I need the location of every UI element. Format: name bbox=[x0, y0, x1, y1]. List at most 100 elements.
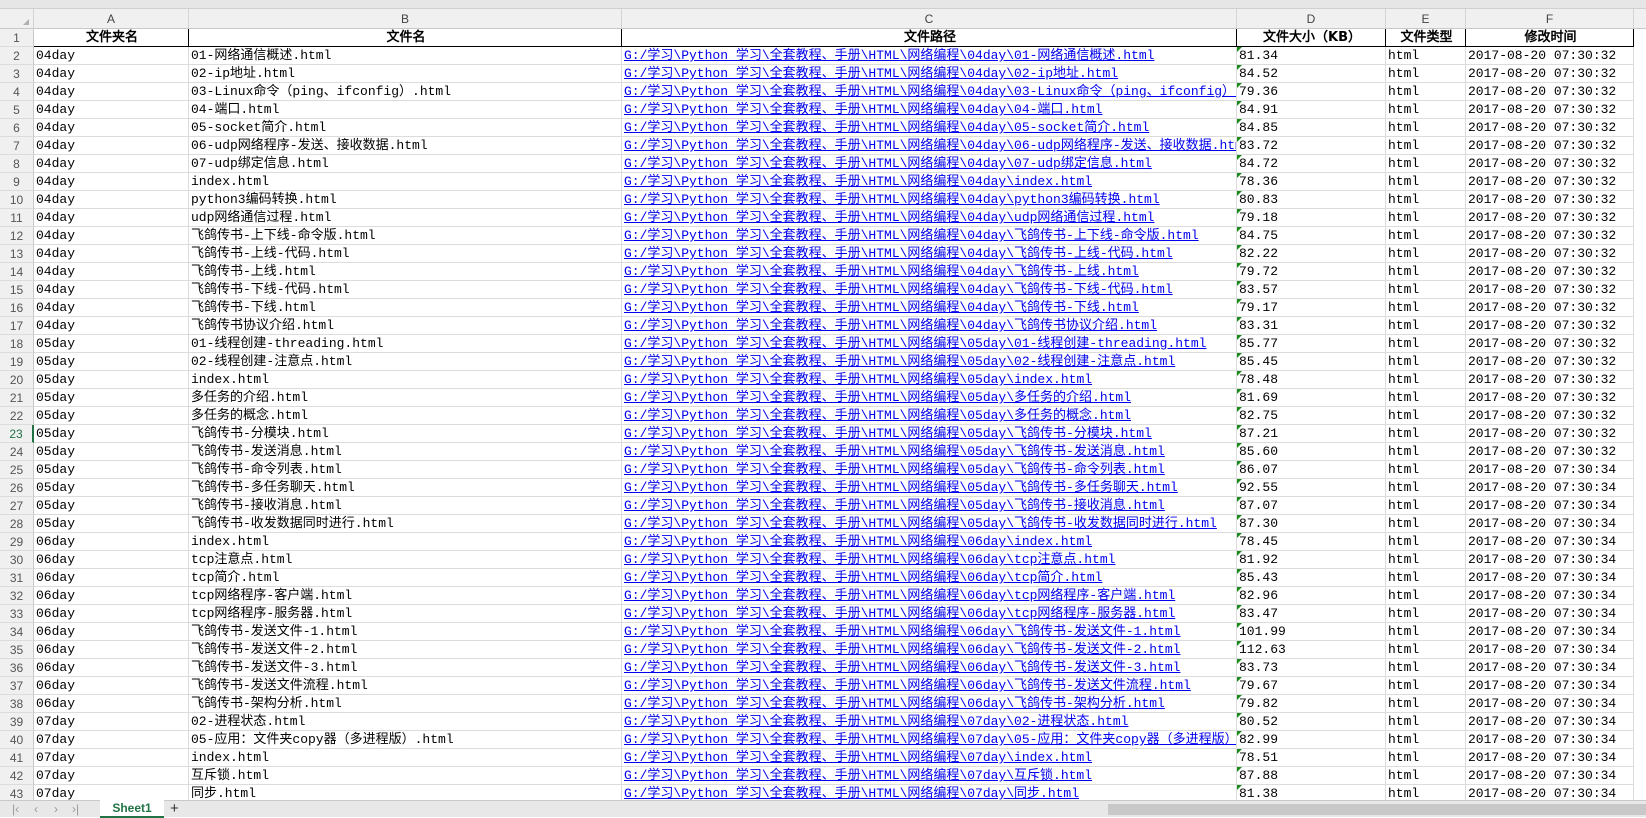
cell-mtime[interactable]: 2017-08-20 07:30:34 bbox=[1466, 551, 1634, 569]
cell-path-link[interactable]: G:/学习\Python 学习\全套教程、手册\HTML\网络编程\05day\… bbox=[622, 407, 1237, 425]
cell-path-link[interactable]: G:/学习\Python 学习\全套教程、手册\HTML\网络编程\05day\… bbox=[622, 461, 1237, 479]
cell-path-link[interactable]: G:/学习\Python 学习\全套教程、手册\HTML\网络编程\04day\… bbox=[622, 317, 1237, 335]
cell-path-link[interactable]: G:/学习\Python 学习\全套教程、手册\HTML\网络编程\04day\… bbox=[622, 209, 1237, 227]
cell-filename[interactable]: 互斥锁.html bbox=[189, 767, 622, 785]
cell-folder[interactable]: 05day bbox=[34, 479, 189, 497]
column-header-a[interactable]: A bbox=[34, 9, 189, 29]
file-path-hyperlink[interactable]: G:/学习\Python 学习\全套教程、手册\HTML\网络编程\04day\… bbox=[624, 192, 1160, 207]
file-path-hyperlink[interactable]: G:/学习\Python 学习\全套教程、手册\HTML\网络编程\04day\… bbox=[624, 138, 1236, 153]
row-number[interactable]: 42 bbox=[0, 767, 34, 785]
cell-folder[interactable]: 04day bbox=[34, 191, 189, 209]
cell-mtime[interactable]: 2017-08-20 07:30:34 bbox=[1466, 605, 1634, 623]
sheet-tab-sheet1[interactable]: Sheet1 bbox=[100, 800, 164, 818]
cell-filename[interactable]: 飞鸽传书-上下线-命令版.html bbox=[189, 227, 622, 245]
cell-mtime[interactable]: 2017-08-20 07:30:32 bbox=[1466, 83, 1634, 101]
cell-path-link[interactable]: G:/学习\Python 学习\全套教程、手册\HTML\网络编程\04day\… bbox=[622, 173, 1237, 191]
row-number[interactable]: 29 bbox=[0, 533, 34, 551]
file-path-hyperlink[interactable]: G:/学习\Python 学习\全套教程、手册\HTML\网络编程\04day\… bbox=[624, 210, 1154, 225]
cell-size[interactable]: 82.22 bbox=[1237, 245, 1386, 263]
cell-folder[interactable]: 06day bbox=[34, 623, 189, 641]
cell-folder[interactable]: 06day bbox=[34, 659, 189, 677]
row-number[interactable]: 31 bbox=[0, 569, 34, 587]
cell-type[interactable]: html bbox=[1386, 713, 1466, 731]
cell-size[interactable]: 84.72 bbox=[1237, 155, 1386, 173]
cell-filename[interactable]: 飞鸽传书-下线-代码.html bbox=[189, 281, 622, 299]
cell-size[interactable]: 83.57 bbox=[1237, 281, 1386, 299]
cell-path-link[interactable]: G:/学习\Python 学习\全套教程、手册\HTML\网络编程\06day\… bbox=[622, 623, 1237, 641]
cell-folder[interactable]: 07day bbox=[34, 749, 189, 767]
cell-type[interactable]: html bbox=[1386, 497, 1466, 515]
cell-size[interactable]: 79.72 bbox=[1237, 263, 1386, 281]
file-path-hyperlink[interactable]: G:/学习\Python 学习\全套教程、手册\HTML\网络编程\05day\… bbox=[624, 462, 1165, 477]
prev-sheet-icon[interactable]: ‹ bbox=[34, 801, 38, 818]
cell-path-link[interactable]: G:/学习\Python 学习\全套教程、手册\HTML\网络编程\07day\… bbox=[622, 749, 1237, 767]
cell-type[interactable]: html bbox=[1386, 83, 1466, 101]
cell-mtime[interactable]: 2017-08-20 07:30:32 bbox=[1466, 299, 1634, 317]
file-path-hyperlink[interactable]: G:/学习\Python 学习\全套教程、手册\HTML\网络编程\05day\… bbox=[624, 498, 1165, 513]
cell-size[interactable]: 85.60 bbox=[1237, 443, 1386, 461]
cell-filename[interactable]: 飞鸽传书-下线.html bbox=[189, 299, 622, 317]
cell-filename[interactable]: 飞鸽传书-发送消息.html bbox=[189, 443, 622, 461]
cell-size[interactable]: 81.69 bbox=[1237, 389, 1386, 407]
row-number[interactable]: 33 bbox=[0, 605, 34, 623]
cell-path-link[interactable]: G:/学习\Python 学习\全套教程、手册\HTML\网络编程\05day\… bbox=[622, 425, 1237, 443]
cell-filename[interactable]: 飞鸽传书-发送文件-2.html bbox=[189, 641, 622, 659]
cell-mtime[interactable]: 2017-08-20 07:30:34 bbox=[1466, 497, 1634, 515]
cell-filename[interactable]: 飞鸽传书-命令列表.html bbox=[189, 461, 622, 479]
row-number[interactable]: 8 bbox=[0, 155, 34, 173]
cell-mtime[interactable]: 2017-08-20 07:30:32 bbox=[1466, 173, 1634, 191]
cell-type[interactable]: html bbox=[1386, 389, 1466, 407]
column-header-b[interactable]: B bbox=[189, 9, 622, 29]
cell-folder[interactable]: 05day bbox=[34, 515, 189, 533]
row-number[interactable]: 13 bbox=[0, 245, 34, 263]
cell-mtime[interactable]: 2017-08-20 07:30:32 bbox=[1466, 191, 1634, 209]
cell-size[interactable]: 79.67 bbox=[1237, 677, 1386, 695]
row-number[interactable]: 25 bbox=[0, 461, 34, 479]
cell-mtime[interactable]: 2017-08-20 07:30:34 bbox=[1466, 533, 1634, 551]
cell-filename[interactable]: 飞鸽传书-收发数据同时进行.html bbox=[189, 515, 622, 533]
cell-folder[interactable]: 06day bbox=[34, 533, 189, 551]
cell-size[interactable]: 78.36 bbox=[1237, 173, 1386, 191]
cell-mtime[interactable]: 2017-08-20 07:30:32 bbox=[1466, 101, 1634, 119]
cell-filename[interactable]: tcp网络程序-客户端.html bbox=[189, 587, 622, 605]
cell-type[interactable]: html bbox=[1386, 587, 1466, 605]
row-number[interactable]: 12 bbox=[0, 227, 34, 245]
cell-type[interactable]: html bbox=[1386, 767, 1466, 785]
cell-folder[interactable]: 06day bbox=[34, 695, 189, 713]
file-path-hyperlink[interactable]: G:/学习\Python 学习\全套教程、手册\HTML\网络编程\06day\… bbox=[624, 642, 1180, 657]
cell-filename[interactable]: 飞鸽传书-上线.html bbox=[189, 263, 622, 281]
add-sheet-button[interactable]: + bbox=[170, 801, 179, 817]
cell-filename[interactable]: index.html bbox=[189, 173, 622, 191]
cell-folder[interactable]: 04day bbox=[34, 281, 189, 299]
horizontal-scrollbar[interactable] bbox=[1108, 804, 1646, 815]
cell-type[interactable]: html bbox=[1386, 605, 1466, 623]
cell-folder[interactable]: 07day bbox=[34, 731, 189, 749]
cell-filename[interactable]: 01-网络通信概述.html bbox=[189, 47, 622, 65]
cell-filename[interactable]: 05-socket简介.html bbox=[189, 119, 622, 137]
file-path-hyperlink[interactable]: G:/学习\Python 学习\全套教程、手册\HTML\网络编程\06day\… bbox=[624, 624, 1180, 639]
file-path-hyperlink[interactable]: G:/学习\Python 学习\全套教程、手册\HTML\网络编程\04day\… bbox=[624, 264, 1139, 279]
file-path-hyperlink[interactable]: G:/学习\Python 学习\全套教程、手册\HTML\网络编程\06day\… bbox=[624, 660, 1180, 675]
row-number[interactable]: 34 bbox=[0, 623, 34, 641]
cell-size[interactable]: 87.88 bbox=[1237, 767, 1386, 785]
cell-path-link[interactable]: G:/学习\Python 学习\全套教程、手册\HTML\网络编程\06day\… bbox=[622, 533, 1237, 551]
cell-mtime[interactable]: 2017-08-20 07:30:34 bbox=[1466, 785, 1634, 800]
cell-folder[interactable]: 04day bbox=[34, 299, 189, 317]
cell-mtime[interactable]: 2017-08-20 07:30:34 bbox=[1466, 587, 1634, 605]
cell-type[interactable]: html bbox=[1386, 263, 1466, 281]
cell-size[interactable]: 87.30 bbox=[1237, 515, 1386, 533]
file-path-hyperlink[interactable]: G:/学习\Python 学习\全套教程、手册\HTML\网络编程\04day\… bbox=[624, 102, 1102, 117]
cell-filename[interactable]: index.html bbox=[189, 371, 622, 389]
cell-size[interactable]: 79.18 bbox=[1237, 209, 1386, 227]
row-number[interactable]: 35 bbox=[0, 641, 34, 659]
cell-path-link[interactable]: G:/学习\Python 学习\全套教程、手册\HTML\网络编程\04day\… bbox=[622, 281, 1237, 299]
cell-size[interactable]: 79.36 bbox=[1237, 83, 1386, 101]
cell-path-link[interactable]: G:/学习\Python 学习\全套教程、手册\HTML\网络编程\07day\… bbox=[622, 713, 1237, 731]
cell-size[interactable]: 92.55 bbox=[1237, 479, 1386, 497]
file-path-hyperlink[interactable]: G:/学习\Python 学习\全套教程、手册\HTML\网络编程\05day\… bbox=[624, 372, 1092, 387]
header-cell-folder[interactable]: 文件夹名 bbox=[34, 29, 189, 47]
cell-filename[interactable]: 06-udp网络程序-发送、接收数据.html bbox=[189, 137, 622, 155]
cell-size[interactable]: 83.31 bbox=[1237, 317, 1386, 335]
cell-type[interactable]: html bbox=[1386, 353, 1466, 371]
cell-size[interactable]: 84.75 bbox=[1237, 227, 1386, 245]
